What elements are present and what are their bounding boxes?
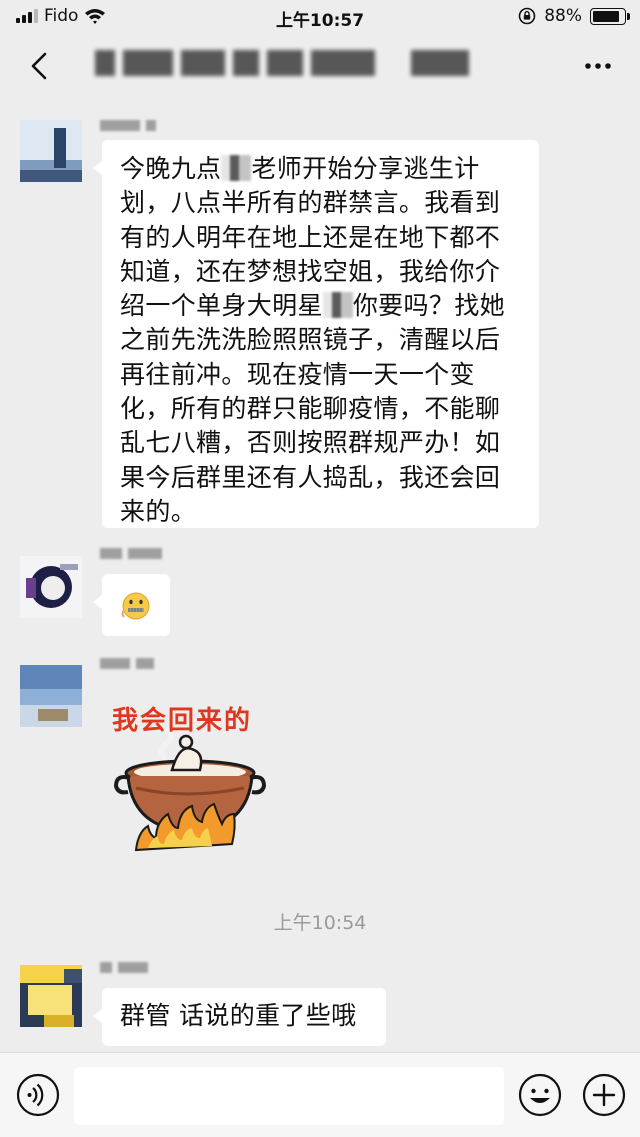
battery-icon	[590, 7, 630, 25]
avatar-image	[20, 965, 82, 1027]
chat-screen: Fido 上午10:57 88% 今晚九点 老师开始分享逃生计划，八点半所有的群…	[0, 0, 640, 1137]
status-right: 88%	[518, 6, 630, 26]
sender-nickname	[100, 658, 154, 670]
voice-button[interactable]	[16, 1073, 60, 1117]
more-options-button[interactable]	[576, 48, 620, 84]
input-bar	[0, 1052, 640, 1137]
battery-percent: 88%	[544, 6, 582, 26]
sender-nickname	[100, 548, 162, 560]
avatar[interactable]	[20, 965, 82, 1027]
message-text: 群管 话说的重了些哦	[120, 1001, 357, 1030]
zipper-mouth-emoji	[121, 592, 150, 620]
emoji-button[interactable]	[518, 1073, 562, 1117]
message-bubble[interactable]	[93, 574, 170, 636]
sender-nickname	[100, 962, 148, 974]
sender-nickname	[100, 120, 156, 132]
avatar[interactable]	[20, 556, 82, 618]
status-bar: Fido 上午10:57 88%	[0, 0, 640, 34]
avatar-image	[20, 120, 82, 182]
rotation-lock-icon	[518, 7, 536, 25]
message-bubble[interactable]: 今晚九点 老师开始分享逃生计划，八点半所有的群禁言。我看到有的人明年在地上还是在地…	[93, 140, 539, 528]
sticker-message[interactable]: 我会回来的	[102, 698, 280, 866]
chat-title[interactable]	[95, 50, 469, 76]
redacted-mask	[322, 292, 353, 319]
plus-button[interactable]	[582, 1073, 626, 1117]
redacted-mask	[221, 155, 252, 181]
avatar-image	[20, 665, 82, 727]
timestamp-divider: 上午10:54	[273, 912, 367, 934]
nav-bar	[0, 34, 640, 98]
message-text: 今晚九点 老师开始分享逃生计划，八点半所有的群禁言。我看到有的人明年在地上还是在地…	[120, 154, 505, 526]
sticker-caption: 我会回来的	[112, 706, 253, 736]
back-button[interactable]	[22, 48, 58, 84]
avatar-image	[20, 556, 82, 618]
avatar[interactable]	[20, 120, 82, 182]
message-bubble[interactable]: 群管 话说的重了些哦	[93, 988, 386, 1046]
message-input[interactable]	[74, 1067, 504, 1125]
avatar[interactable]	[20, 665, 82, 727]
battery-fill	[593, 10, 620, 22]
